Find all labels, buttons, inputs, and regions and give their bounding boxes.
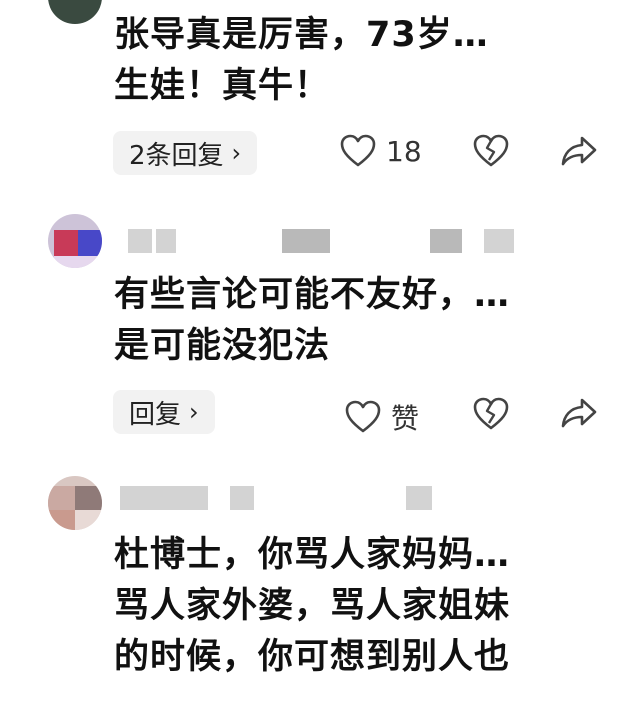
heart-outline-icon: [340, 134, 376, 167]
like-button[interactable]: 18: [340, 134, 422, 168]
reply-button[interactable]: 回复 ›: [113, 390, 215, 434]
avatar[interactable]: [48, 0, 102, 24]
dislike-button[interactable]: [473, 397, 509, 431]
reply-label: 回复: [129, 399, 182, 430]
heart-outline-icon: [345, 400, 381, 433]
avatar[interactable]: [48, 476, 102, 530]
share-arrow-icon: [561, 136, 597, 166]
comment-text: 张导真是厉害，73岁… 生娃！真牛！: [114, 15, 489, 106]
view-replies-button[interactable]: 2条回复 ›: [113, 131, 258, 175]
share-button[interactable]: [560, 397, 598, 429]
username-blurred[interactable]: [120, 486, 208, 510]
chevron-right-icon: ›: [189, 398, 199, 426]
share-button[interactable]: [560, 135, 598, 167]
reply-label: 2条回复: [129, 140, 224, 171]
like-button[interactable]: 赞: [345, 397, 419, 437]
like-count: 赞: [391, 402, 420, 435]
avatar[interactable]: [48, 214, 102, 268]
like-count: 18: [386, 134, 422, 168]
chevron-right-icon: ›: [231, 139, 242, 167]
dislike-button[interactable]: [473, 134, 509, 168]
comment-text: 有些言论可能不友好，… 是可能没犯法: [114, 275, 511, 366]
share-arrow-icon: [561, 398, 597, 428]
heart-broken-icon: [473, 134, 509, 167]
comment-text: 杜博士，你骂人家妈妈… 骂人家外婆，骂人家姐妹 的时候，你可想到别人也: [114, 535, 511, 677]
username-blurred[interactable]: [128, 229, 152, 253]
heart-broken-icon: [473, 397, 509, 430]
